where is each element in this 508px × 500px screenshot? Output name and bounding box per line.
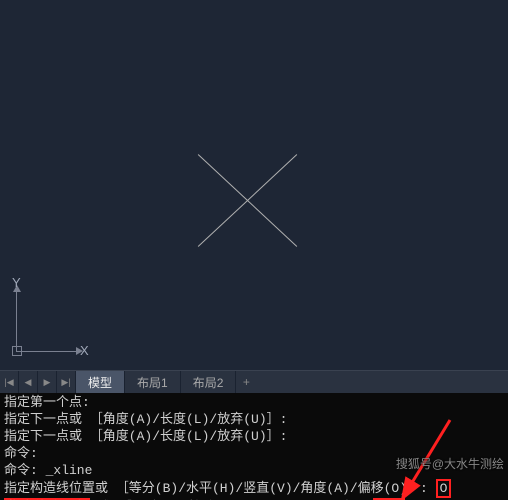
add-layout-button[interactable]: + [236,375,256,389]
nav-next-button[interactable]: ▶ [38,371,57,393]
tab-nav: |◀ ◀ ▶ ▶| [0,371,76,393]
highlight-offset-option: O [436,479,452,498]
ucs-y-label: Y [12,275,21,290]
tab-layout2[interactable]: 布局2 [181,371,237,393]
cmd-line: 指定下一点或 ［角度(A)/长度(L)/放弃(U)］: [4,411,504,428]
watermark-text: 搜狐号@大水牛测绘 [396,455,504,472]
drawing-canvas[interactable]: Y X [0,0,508,370]
tab-model[interactable]: 模型 [76,371,125,393]
ucs-x-label: X [80,343,89,358]
nav-prev-button[interactable]: ◀ [19,371,38,393]
nav-first-button[interactable]: |◀ [0,371,19,393]
nav-last-button[interactable]: ▶| [57,371,76,393]
cmd-line: 指定构造线位置或 ［等分(B)/水平(H)/竖直(V)/角度(A)/偏移(O)］… [4,479,504,498]
command-window[interactable]: 指定第一个点: 指定下一点或 ［角度(A)/长度(L)/放弃(U)］: 指定下一… [0,393,508,500]
cmd-line: 指定第一个点: [4,394,504,411]
cmd-line: 指定下一点或 ［角度(A)/长度(L)/放弃(U)］: [4,428,504,445]
tab-layout1[interactable]: 布局1 [125,371,181,393]
layout-tabbar: |◀ ◀ ▶ ▶| 模型 布局1 布局2 + [0,370,508,393]
